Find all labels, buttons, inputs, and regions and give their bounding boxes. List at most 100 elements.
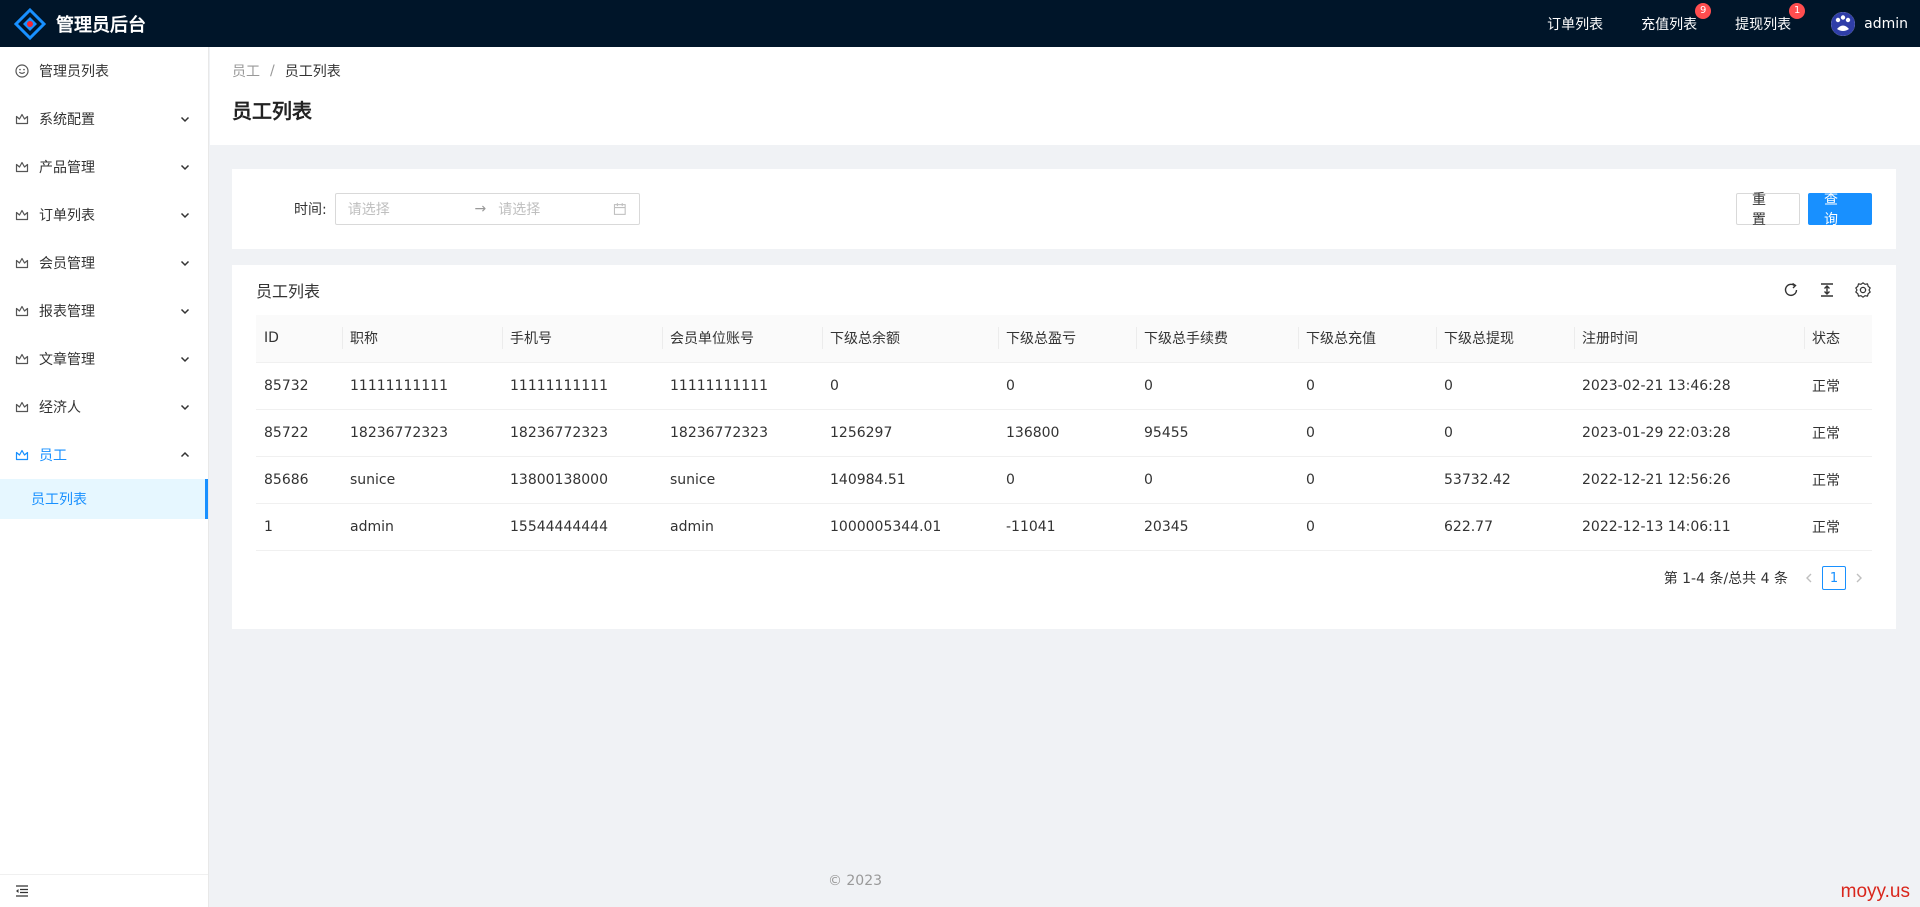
chevron-left-icon[interactable] bbox=[1802, 571, 1816, 585]
chevron-down-icon bbox=[180, 308, 190, 315]
cell-sub-profit: 0 bbox=[998, 362, 1136, 410]
sidebar-item-orders[interactable]: 订单列表 bbox=[0, 191, 208, 239]
cell-sub-balance: 0 bbox=[822, 362, 998, 410]
cell-phone: 13800138000 bbox=[502, 456, 662, 504]
pagination: 第 1-4 条/总共 4 条 1 bbox=[256, 551, 1872, 606]
watermark: moyy.us bbox=[1840, 881, 1910, 902]
cell-register-time: 2022-12-13 14:06:11 bbox=[1574, 503, 1804, 551]
table-row[interactable]: 85732 11111111111 11111111111 1111111111… bbox=[256, 362, 1872, 410]
sidebar-item-label: 管理员列表 bbox=[39, 64, 109, 80]
sidebar-item-label: 报表管理 bbox=[39, 304, 95, 320]
top-header: 管理员后台 订单列表 充值列表 9 提现列表 1 admin bbox=[0, 0, 1920, 47]
page-title: 员工列表 bbox=[232, 99, 312, 123]
user-name: admin bbox=[1864, 15, 1908, 32]
cell-sub-fee: 0 bbox=[1136, 362, 1298, 410]
breadcrumb-current: 员工列表 bbox=[284, 64, 341, 80]
col-header-sub-fee[interactable]: 下级总手续费 bbox=[1136, 315, 1298, 363]
crown-icon bbox=[15, 353, 29, 365]
cell-status: 正常 bbox=[1804, 362, 1872, 410]
table-row[interactable]: 1 admin 15544444444 admin 1000005344.01 … bbox=[256, 503, 1872, 551]
app-title: 管理员后台 bbox=[56, 14, 146, 36]
col-header-member-account[interactable]: 会员单位账号 bbox=[662, 315, 822, 363]
sidebar-item-admins[interactable]: 管理员列表 bbox=[0, 47, 208, 95]
cell-title: 18236772323 bbox=[342, 409, 502, 457]
cell-member-account: admin bbox=[662, 503, 822, 551]
sidebar-item-staff[interactable]: 员工 bbox=[0, 431, 208, 479]
logo[interactable]: 管理员后台 bbox=[0, 0, 146, 47]
reset-button[interactable]: 重置 bbox=[1736, 192, 1800, 228]
header-nav-label: 充值列表 bbox=[1641, 16, 1698, 33]
sidebar-item-reports[interactable]: 报表管理 bbox=[0, 287, 208, 335]
breadcrumb-separator: / bbox=[270, 63, 275, 79]
table-card: 员工列表 ID 职称 手机号 会员单位账号 下级总余额 下级总盈亏 下级总手续费… bbox=[232, 265, 1896, 629]
crown-icon bbox=[15, 113, 29, 125]
query-button[interactable]: 查询 bbox=[1808, 192, 1872, 228]
cell-register-time: 2023-02-21 13:46:28 bbox=[1574, 362, 1804, 410]
cell-member-account: 18236772323 bbox=[662, 409, 822, 457]
end-date-input[interactable]: 请选择 bbox=[498, 199, 613, 219]
chevron-down-icon bbox=[180, 356, 190, 363]
col-header-phone[interactable]: 手机号 bbox=[502, 315, 662, 363]
cell-sub-withdraw: 622.77 bbox=[1436, 503, 1574, 551]
sidebar-item-articles[interactable]: 文章管理 bbox=[0, 335, 208, 383]
user-menu[interactable]: admin bbox=[1831, 11, 1908, 36]
col-header-register-time[interactable]: 注册时间 bbox=[1574, 315, 1804, 363]
col-header-sub-recharge[interactable]: 下级总充值 bbox=[1298, 315, 1436, 363]
withdraw-badge: 1 bbox=[1789, 2, 1806, 19]
col-header-sub-profit[interactable]: 下级总盈亏 bbox=[998, 315, 1136, 363]
col-header-id[interactable]: ID bbox=[256, 315, 342, 363]
time-label: 时间: bbox=[294, 202, 327, 218]
chevron-down-icon bbox=[180, 164, 190, 171]
breadcrumb-parent[interactable]: 员工 bbox=[232, 61, 260, 81]
chevron-right-icon[interactable] bbox=[1852, 571, 1866, 585]
sidebar-item-label: 系统配置 bbox=[39, 112, 95, 128]
density-icon[interactable] bbox=[1818, 281, 1836, 299]
date-range-picker[interactable]: 请选择 → 请选择 bbox=[334, 193, 640, 225]
chevron-down-icon bbox=[180, 404, 190, 411]
sidebar-item-system-config[interactable]: 系统配置 bbox=[0, 95, 208, 143]
sidebar-subitem-staff-list[interactable]: 员工列表 bbox=[0, 479, 208, 519]
table-row[interactable]: 85686 sunice 13800138000 sunice 140984.5… bbox=[256, 456, 1872, 504]
search-form: 时间: 请选择 → 请选择 重置 查询 bbox=[232, 169, 1896, 249]
col-header-status[interactable]: 状态 bbox=[1804, 315, 1872, 363]
sidebar-item-products[interactable]: 产品管理 bbox=[0, 143, 208, 191]
cell-id: 1 bbox=[256, 503, 342, 551]
avatar-icon bbox=[1831, 11, 1856, 36]
col-header-sub-withdraw[interactable]: 下级总提现 bbox=[1436, 315, 1574, 363]
pagination-summary: 第 1-4 条/总共 4 条 bbox=[1663, 571, 1788, 587]
cell-member-account: 11111111111 bbox=[662, 362, 822, 410]
cell-member-account: sunice bbox=[662, 456, 822, 504]
cell-title: sunice bbox=[342, 456, 502, 504]
cell-sub-recharge: 0 bbox=[1298, 503, 1436, 551]
page-1-button[interactable]: 1 bbox=[1822, 566, 1846, 590]
cell-sub-balance: 140984.51 bbox=[822, 456, 998, 504]
header-nav-withdraw[interactable]: 提现列表 1 bbox=[1735, 2, 1806, 34]
cell-id: 85686 bbox=[256, 456, 342, 504]
cell-title: 11111111111 bbox=[342, 362, 502, 410]
header-nav-label: 订单列表 bbox=[1547, 16, 1604, 33]
col-header-title[interactable]: 职称 bbox=[342, 315, 502, 363]
sidebar-item-label: 员工 bbox=[39, 448, 67, 464]
cell-sub-profit: 0 bbox=[998, 456, 1136, 504]
crown-icon bbox=[15, 449, 29, 461]
cell-sub-balance: 1000005344.01 bbox=[822, 503, 998, 551]
header-nav-orders[interactable]: 订单列表 bbox=[1547, 14, 1603, 34]
page-header: 员工 / 员工列表 员工列表 bbox=[210, 47, 1920, 145]
smile-icon bbox=[15, 64, 29, 78]
cell-phone: 18236772323 bbox=[502, 409, 662, 457]
col-header-sub-balance[interactable]: 下级总余额 bbox=[822, 315, 998, 363]
table-row[interactable]: 85722 18236772323 18236772323 1823677232… bbox=[256, 409, 1872, 457]
cell-register-time: 2023-01-29 22:03:28 bbox=[1574, 409, 1804, 457]
reload-icon[interactable] bbox=[1782, 281, 1800, 299]
sidebar-item-brokers[interactable]: 经济人 bbox=[0, 383, 208, 431]
sidebar-item-members[interactable]: 会员管理 bbox=[0, 239, 208, 287]
cell-phone: 15544444444 bbox=[502, 503, 662, 551]
start-date-input[interactable]: 请选择 bbox=[348, 199, 463, 219]
crown-icon bbox=[15, 209, 29, 221]
collapse-button[interactable] bbox=[0, 874, 208, 907]
sidebar: 管理员列表 系统配置 产品管理 订单列表 会员管理 报表管理 文章管理 经济人 … bbox=[0, 47, 209, 907]
logo-icon bbox=[13, 7, 47, 40]
setting-icon[interactable] bbox=[1854, 281, 1872, 299]
cell-title: admin bbox=[342, 503, 502, 551]
header-nav-recharge[interactable]: 充值列表 9 bbox=[1641, 2, 1712, 34]
